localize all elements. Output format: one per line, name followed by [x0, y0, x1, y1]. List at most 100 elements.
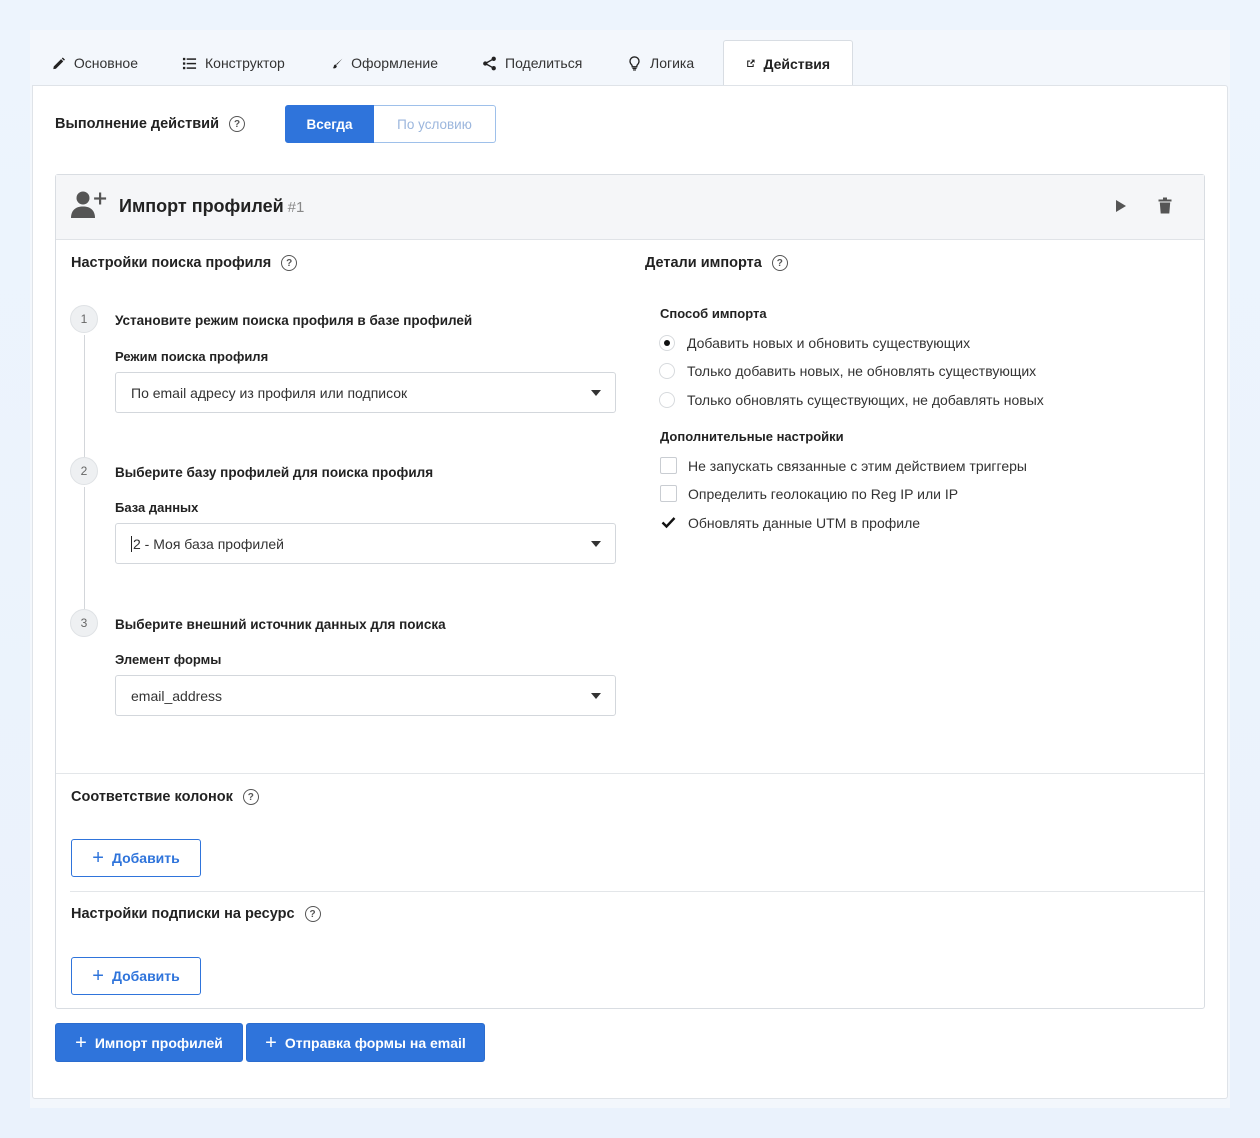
always-button[interactable]: Всегда — [285, 105, 374, 143]
tab-share[interactable]: Поделиться — [460, 40, 605, 86]
add-import-profiles-label: Импорт профилей — [94, 1034, 223, 1051]
action-title: Импорт профилей #1 — [119, 196, 304, 217]
extra-setting-checkbox[interactable]: Определить геолокацию по Reg IP или IP — [660, 485, 958, 502]
tab-design[interactable]: Оформление — [310, 40, 460, 86]
play-icon[interactable] — [1115, 199, 1127, 213]
step-connector — [84, 335, 85, 457]
caret-down-icon — [591, 693, 601, 699]
divider — [70, 891, 1204, 892]
add-send-email-button[interactable]: + Отправка формы на email — [246, 1023, 485, 1062]
import-method-radio[interactable]: Добавить новых и обновить существующих — [659, 335, 970, 351]
add-subscription-button[interactable]: + Добавить — [71, 957, 201, 995]
tab-label: Конструктор — [205, 55, 285, 71]
search-mode-select[interactable]: По email адресу из профиля или подписок — [115, 372, 616, 413]
checkbox-unchecked[interactable] — [660, 485, 677, 502]
add-import-profiles-button[interactable]: + Импорт профилей — [55, 1023, 243, 1062]
conditional-button[interactable]: По условию — [374, 105, 496, 143]
action-number: #1 — [287, 199, 305, 216]
execution-mode-toggle: Всегда По условию — [285, 105, 496, 143]
checkbox-label: Не запускать связанные с этим действием … — [688, 457, 1027, 474]
form-element-select[interactable]: email_address — [115, 675, 616, 716]
step-number: 3 — [70, 609, 98, 637]
list-icon — [182, 57, 197, 69]
radio-unselected[interactable] — [659, 392, 675, 408]
search-mode-value: По email адресу из профиля или подписок — [131, 384, 408, 401]
actions-panel: Выполнение действий ? Всегда По условию … — [32, 85, 1228, 1099]
radio-unselected[interactable] — [659, 363, 675, 379]
brush-icon — [332, 58, 343, 68]
external-link-icon — [747, 59, 755, 68]
import-method-radio[interactable]: Только обновлять существующих, не добавл… — [659, 392, 1044, 408]
checkbox-label: Определить геолокацию по Reg IP или IP — [688, 485, 959, 502]
radio-label: Только обновлять существующих, не добавл… — [687, 392, 1044, 408]
step-number: 1 — [70, 305, 98, 333]
trash-icon[interactable] — [1158, 197, 1172, 214]
pencil-icon — [53, 56, 65, 69]
tab-actions[interactable]: Действия — [723, 40, 853, 86]
checkmark-icon — [661, 517, 676, 529]
help-icon[interactable]: ? — [281, 255, 298, 271]
help-icon[interactable]: ? — [229, 116, 245, 132]
subscription-title: Настройки подписки на ресурс ? — [71, 906, 321, 922]
add-subscription-label: Добавить — [111, 968, 180, 984]
help-icon[interactable]: ? — [242, 789, 259, 805]
search-settings-title-text: Настройки поиска профиля — [71, 255, 272, 271]
help-icon[interactable]: ? — [771, 255, 788, 271]
execution-row: Выполнение действий ? Всегда По условию — [55, 105, 496, 143]
database-label: База данных — [115, 500, 199, 515]
lightbulb-icon — [629, 55, 640, 71]
tab-label: Действия — [763, 55, 830, 72]
step-connector — [84, 487, 85, 609]
tab-label: Основное — [73, 55, 138, 71]
database-select[interactable]: 2 - Моя база профилей — [115, 523, 616, 564]
tab-label: Поделиться — [505, 55, 583, 71]
add-send-email-label: Отправка формы на email — [284, 1034, 466, 1051]
tab-label: Логика — [650, 55, 695, 71]
action-card: Импорт профилей #1 Настройки поиска профи… — [55, 174, 1205, 1009]
tab-bar: Основное Конструктор Оформление Поделить… — [30, 40, 853, 86]
divider — [56, 773, 1204, 774]
column-mapping-title: Соответствие колонок ? — [71, 789, 259, 805]
step-number: 2 — [70, 457, 98, 485]
action-card-header: Импорт профилей #1 — [56, 175, 1204, 240]
action-title-text: Импорт профилей — [119, 196, 284, 216]
execution-label: Выполнение действий — [55, 116, 219, 132]
tab-label: Оформление — [351, 55, 438, 71]
extra-setting-checkbox[interactable]: Не запускать связанные с этим действием … — [660, 457, 1027, 474]
plus-icon: + — [92, 847, 104, 869]
plus-icon: + — [92, 965, 104, 987]
extra-setting-checkbox[interactable]: Обновлять данные UTM в профиле — [660, 514, 920, 531]
extra-settings-label: Дополнительные настройки — [660, 429, 844, 444]
database-value: 2 - Моя база профилей — [133, 535, 284, 552]
step-title: Установите режим поиска профиля в базе п… — [115, 313, 473, 328]
add-column-button[interactable]: + Добавить — [71, 839, 201, 877]
add-column-label: Добавить — [111, 850, 180, 866]
search-settings-title: Настройки поиска профиля ? — [71, 255, 298, 271]
form-element-label: Элемент формы — [115, 652, 222, 667]
column-mapping-title-text: Соответствие колонок — [71, 789, 233, 805]
share-icon — [483, 56, 496, 70]
step-title: Выберите базу профилей для поиска профил… — [115, 465, 434, 480]
checkbox-label: Обновлять данные UTM в профиле — [688, 514, 921, 531]
step-title: Выберите внешний источник данных для пои… — [115, 617, 446, 632]
tab-logic[interactable]: Логика — [605, 40, 723, 86]
checkbox-unchecked[interactable] — [660, 457, 677, 474]
tab-basic[interactable]: Основное — [30, 40, 160, 86]
checkbox-checked[interactable] — [660, 514, 677, 531]
caret-down-icon — [591, 390, 601, 396]
tab-constructor[interactable]: Конструктор — [160, 40, 310, 86]
search-mode-label: Режим поиска профиля — [115, 349, 269, 364]
radio-label: Добавить новых и обновить существующих — [687, 335, 971, 351]
import-method-radio[interactable]: Только добавить новых, не обновлять суще… — [659, 363, 1036, 379]
import-details-title: Детали импорта ? — [645, 255, 788, 271]
plus-icon: + — [75, 1031, 87, 1054]
subscription-title-text: Настройки подписки на ресурс — [71, 906, 295, 922]
import-method-label: Способ импорта — [660, 306, 767, 321]
radio-selected[interactable] — [659, 335, 675, 351]
text-cursor — [131, 535, 132, 552]
caret-down-icon — [591, 541, 601, 547]
help-icon[interactable]: ? — [304, 906, 321, 922]
radio-label: Только добавить новых, не обновлять суще… — [687, 363, 1037, 379]
plus-icon: + — [265, 1031, 277, 1054]
form-element-value: email_address — [131, 687, 223, 704]
